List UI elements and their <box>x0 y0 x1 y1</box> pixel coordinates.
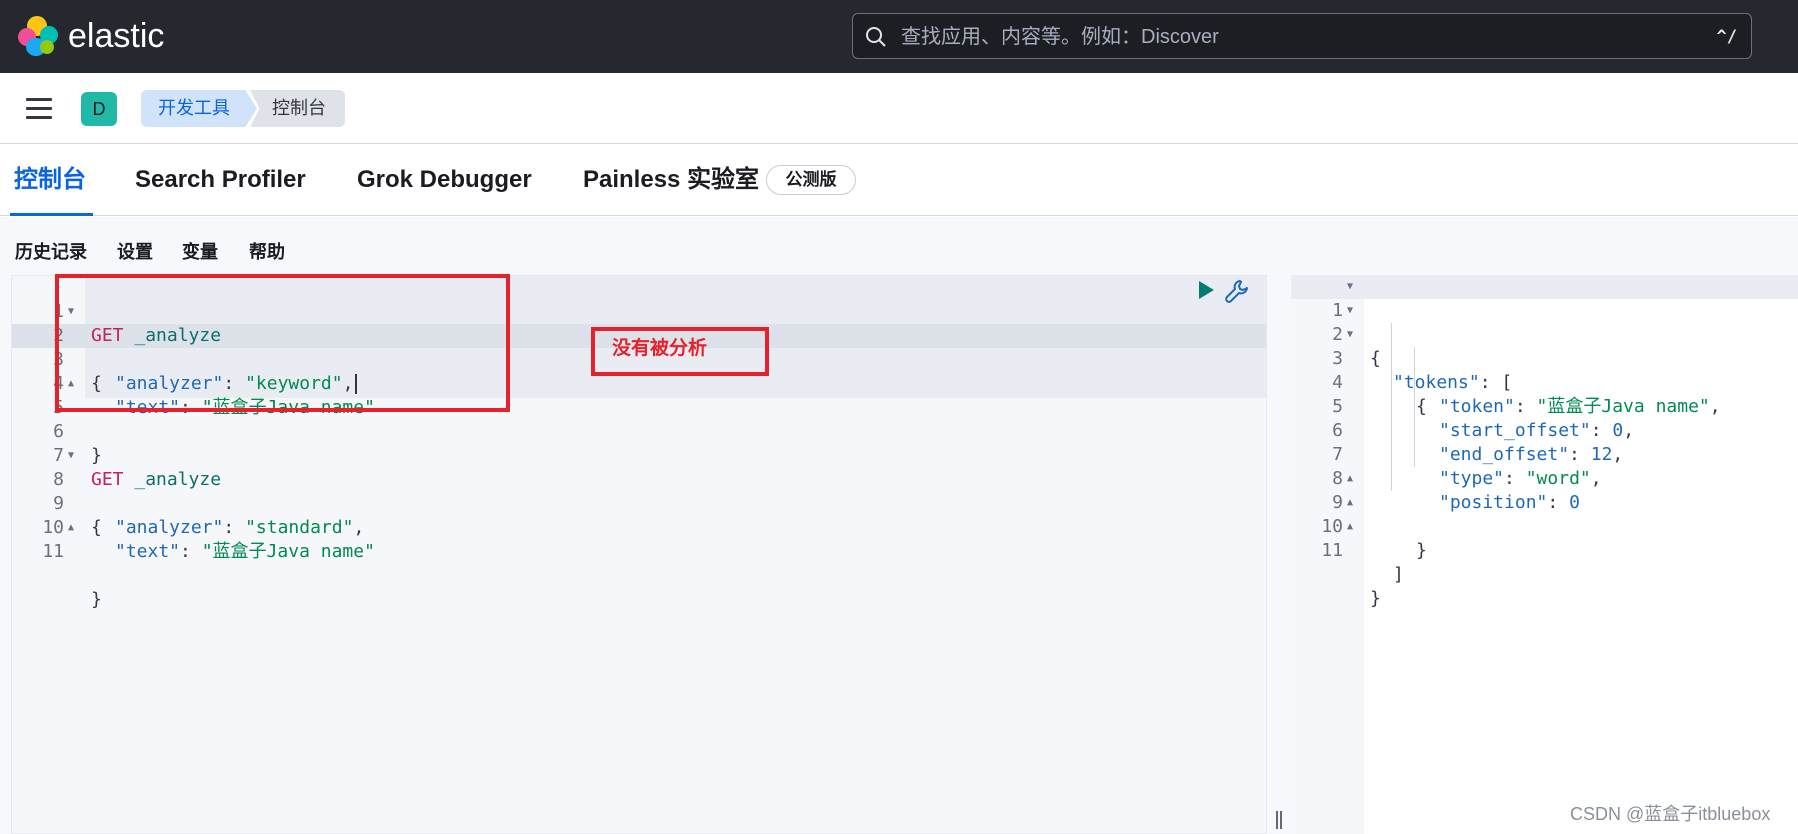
menu-variables[interactable]: 变量 <box>182 241 218 263</box>
code-text: ] <box>1393 564 1404 585</box>
fold-up-icon[interactable]: ▲ <box>1347 491 1353 515</box>
menu-history[interactable]: 历史记录 <box>15 241 87 263</box>
editor-line[interactable]: 9 "analyzer": "standard", <box>12 468 1266 538</box>
sub-header: D 开发工具 控制台 <box>0 73 1798 144</box>
code-text: } <box>1416 540 1427 561</box>
breadcrumb-dev-tools[interactable]: 开发工具 <box>141 90 257 127</box>
search-placeholder: 查找应用、内容等。例如：Discover <box>901 26 1219 48</box>
annotation-box-request <box>55 274 510 412</box>
output-line: 5 "start_offset": 0, <box>1291 371 1798 441</box>
fold-down-icon[interactable]: ▼ <box>1347 323 1353 347</box>
output-line: 11 ▲ } <box>1291 515 1798 609</box>
code-text: "text": "蓝盒子Java name" <box>115 541 375 562</box>
output-line: 7 "type": "word", <box>1291 419 1798 489</box>
annotation-note: 没有被分析 <box>612 338 708 359</box>
editor-line[interactable]: 7 GET _analyze <box>12 420 1266 490</box>
menu-hamburger-icon[interactable] <box>26 98 52 120</box>
output-line: 6 "end_offset": 12, <box>1291 395 1798 465</box>
space-avatar[interactable]: D <box>81 92 117 126</box>
menu-settings[interactable]: 设置 <box>117 241 153 263</box>
drag-handle-icon[interactable] <box>1274 811 1284 829</box>
editor-line[interactable]: 8 ▼ { <box>12 444 1266 538</box>
fold-up-icon[interactable]: ▲ <box>68 516 74 540</box>
code-text: } <box>1370 588 1381 609</box>
fold-down-icon[interactable]: ▼ <box>1347 275 1353 299</box>
output-line: 10 ▲ ] <box>1291 491 1798 585</box>
editor-line[interactable]: 11 ▲ } <box>12 516 1266 610</box>
response-output[interactable]: 1 ▼ { 2 ▼ "tokens": [ 3 ▼ { 4 "token": "… <box>1291 275 1798 834</box>
console-menu: 历史记录 设置 变量 帮助 <box>0 217 1798 275</box>
panel-resizer[interactable] <box>1267 275 1291 834</box>
search-shortcut-hint: ^/ <box>1716 27 1737 47</box>
code-text: } <box>91 589 102 610</box>
fold-down-icon[interactable]: ▼ <box>1347 299 1353 323</box>
fold-up-icon[interactable]: ▲ <box>1347 467 1353 491</box>
top-header: elastic 查找应用、内容等。例如：Discover ^/ <box>0 0 1798 73</box>
tab-search-profiler[interactable]: Search Profiler <box>135 144 306 216</box>
brand-name[interactable]: elastic <box>68 15 164 57</box>
run-request-icon[interactable] <box>1197 280 1215 300</box>
output-line: 3 ▼ { <box>1291 323 1798 417</box>
menu-help[interactable]: 帮助 <box>249 241 285 263</box>
tab-painless-lab[interactable]: Painless 实验室 <box>583 144 759 216</box>
breadcrumb-console: 控制台 <box>250 90 345 127</box>
elastic-logo-icon[interactable] <box>18 16 58 56</box>
devtools-tabs: 控制台 Search Profiler Grok Debugger Painle… <box>0 144 1798 216</box>
tab-grok-debugger[interactable]: Grok Debugger <box>357 144 532 216</box>
wrench-icon[interactable] <box>1224 278 1250 304</box>
output-line: 9 ▲ } <box>1291 467 1798 561</box>
output-line: 2 ▼ "tokens": [ <box>1291 299 1798 393</box>
tab-console[interactable]: 控制台 <box>10 144 93 216</box>
line-number: 11 <box>1321 540 1343 561</box>
output-line: 8 "position": 0 <box>1291 443 1798 513</box>
fold-up-icon[interactable]: ▲ <box>1347 515 1353 539</box>
editor-line[interactable]: 10 "text": "蓝盒子Java name" <box>12 492 1266 562</box>
global-search-input[interactable]: 查找应用、内容等。例如：Discover ^/ <box>852 13 1752 59</box>
line-number: 11 <box>42 541 64 562</box>
output-line: 4 "token": "蓝盒子Java name", <box>1291 347 1798 417</box>
search-icon <box>866 27 886 47</box>
beta-badge: 公测版 <box>766 165 856 195</box>
watermark: CSDN @蓝盒子itbluebox <box>1570 804 1771 824</box>
fold-down-icon[interactable]: ▼ <box>68 444 74 468</box>
output-line: 1 ▼ { <box>1291 275 1798 369</box>
